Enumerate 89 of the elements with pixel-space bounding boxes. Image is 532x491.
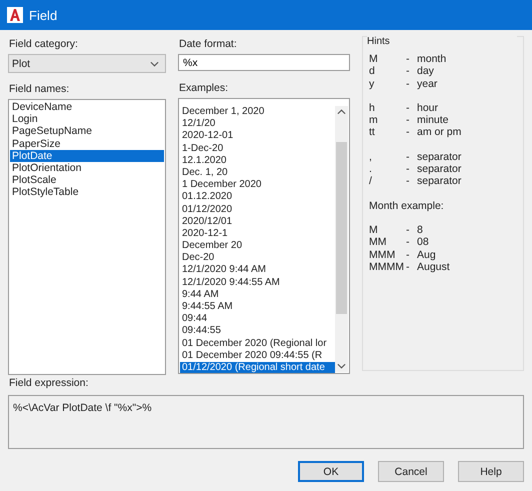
list-item[interactable]: Dec. 1, 20 <box>180 166 335 180</box>
month-example-label: Month example: <box>369 200 445 212</box>
date-format-input[interactable]: %x <box>178 54 350 71</box>
list-item[interactable]: PlotOrientation <box>10 162 164 174</box>
date-format-label: Date format: <box>179 38 238 50</box>
field-expression-box: %<\AcVar PlotDate \f "%x">% <box>8 395 524 449</box>
list-item[interactable]: Login <box>10 113 164 126</box>
scrollbar-thumb[interactable] <box>336 142 347 314</box>
field-expression-label: Field expression: <box>9 377 90 389</box>
hint-key: M <box>369 53 406 66</box>
list-item[interactable]: DeviceName <box>10 101 164 114</box>
hint-meaning: hour <box>417 102 438 114</box>
list-item[interactable]: 09:44 <box>180 313 335 326</box>
hint-key: MMM <box>369 248 406 261</box>
field-category-dropdown[interactable]: Plot <box>8 54 166 73</box>
hint-dash: - <box>406 236 410 249</box>
hint-key: m <box>369 114 406 126</box>
list-item[interactable]: 1-Dec-20 <box>180 142 335 155</box>
hint-meaning: minute <box>417 114 449 126</box>
list-item[interactable]: PaperSize <box>10 138 164 150</box>
hint-dash: - <box>406 260 410 274</box>
list-item[interactable]: 12/1/2020 9:44 AM <box>180 264 335 277</box>
list-item[interactable]: 01/12/2020 <box>180 204 335 216</box>
hint-key: . <box>369 163 406 176</box>
hint-dash: - <box>406 78 410 90</box>
hint-dash: - <box>406 150 410 164</box>
examples-label: Examples: <box>179 82 230 94</box>
app-logo-icon <box>7 7 23 23</box>
hint-meaning: August <box>417 260 450 274</box>
hint-meaning: separator <box>417 163 462 176</box>
list-item[interactable]: 1 December 2020 <box>180 179 335 192</box>
hint-dash: - <box>406 114 410 126</box>
dialog-button[interactable]: OK <box>298 461 364 482</box>
hint-key: M <box>369 224 406 236</box>
list-item[interactable]: 01 December 2020 (Regional lor <box>180 338 335 350</box>
list-item[interactable]: 12/1/2020 9:44:55 AM <box>180 276 335 289</box>
list-item[interactable]: Dec-20 <box>180 252 335 264</box>
window-title: Field <box>29 8 58 22</box>
hint-key: d <box>369 65 406 78</box>
scroll-up-icon[interactable] <box>337 109 346 115</box>
scrollbar[interactable] <box>335 106 348 372</box>
hint-dash: - <box>406 53 410 66</box>
hint-dash: - <box>406 102 410 114</box>
field-names-label: Field names: <box>9 83 70 95</box>
list-item[interactable]: PlotScale <box>10 174 164 186</box>
list-item[interactable]: 01 December 2020 09:44:55 (R <box>180 350 335 362</box>
hint-key: h <box>369 102 406 114</box>
list-item[interactable]: 2020/12/01 <box>180 216 335 228</box>
hint-dash: - <box>406 248 410 261</box>
field-category-label: Field category: <box>9 38 79 50</box>
hint-meaning: am or pm <box>417 126 462 139</box>
chevron-down-icon <box>150 60 159 66</box>
hint-meaning: month <box>417 53 446 66</box>
list-item[interactable]: December 20 <box>180 240 335 252</box>
scroll-down-icon[interactable] <box>337 363 346 369</box>
hint-key: MMMM <box>369 260 406 274</box>
list-item[interactable]: 09:44:55 <box>180 325 335 338</box>
list-item[interactable]: December 1, 2020 <box>180 106 335 118</box>
hint-meaning: 8 <box>417 224 423 236</box>
list-item[interactable]: 9:44:55 AM <box>180 301 335 314</box>
hint-key: , <box>369 150 406 164</box>
list-item[interactable]: 01.12.2020 <box>180 191 335 204</box>
hint-dash: - <box>406 163 410 176</box>
hint-meaning: year <box>417 78 438 90</box>
hint-meaning: Aug <box>417 248 436 261</box>
hint-key: tt <box>369 126 406 139</box>
list-item[interactable]: 2020-12-1 <box>180 228 335 240</box>
list-item[interactable]: 2020-12-01 <box>180 130 335 143</box>
list-item[interactable]: 9:44 AM <box>180 288 335 301</box>
hint-meaning: separator <box>417 150 462 164</box>
hint-dash: - <box>406 175 410 188</box>
list-item[interactable]: 12/1/20 <box>180 118 335 130</box>
list-item[interactable]: 01/12/2020 (Regional short date <box>180 362 335 373</box>
dialog-button[interactable]: Help <box>458 461 524 482</box>
hint-meaning: separator <box>417 175 462 188</box>
hint-meaning: 08 <box>417 236 429 249</box>
hint-key: y <box>369 78 406 90</box>
list-item[interactable]: PlotDate <box>10 150 164 162</box>
hint-dash: - <box>406 65 410 78</box>
list-item[interactable]: 12.1.2020 <box>180 154 335 167</box>
list-item[interactable]: PageSetupName <box>10 125 164 138</box>
hint-dash: - <box>406 224 410 236</box>
hint-key: / <box>369 175 406 188</box>
hint-key: MM <box>369 236 406 249</box>
hint-meaning: day <box>417 65 434 78</box>
hint-dash: - <box>406 126 410 139</box>
hints-title: Hints <box>367 36 517 47</box>
list-item[interactable]: PlotStyleTable <box>10 186 164 198</box>
dialog-button[interactable]: Cancel <box>378 461 444 482</box>
